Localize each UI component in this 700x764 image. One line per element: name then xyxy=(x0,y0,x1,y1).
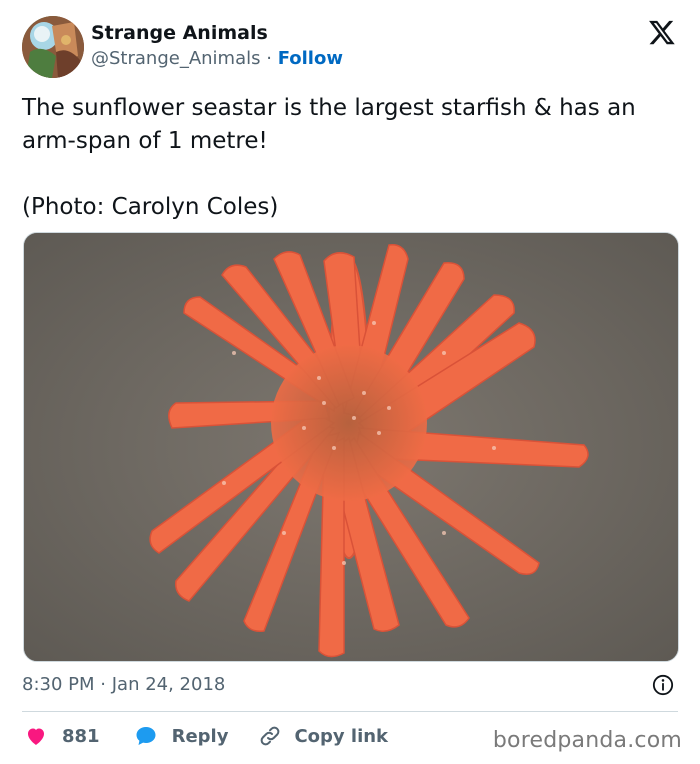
tweet-photo-credit: (Photo: Carolyn Coles) xyxy=(22,194,279,220)
tweet-date: Jan 24, 2018 xyxy=(111,674,226,695)
like-button[interactable]: 881 xyxy=(24,724,100,748)
tweet-text-line: The sunflower seastar is the largest sta… xyxy=(22,95,636,154)
watermark: boredpanda.com xyxy=(492,728,682,753)
separator: · xyxy=(266,48,272,69)
speech-bubble-icon xyxy=(134,724,158,748)
reply-button[interactable]: Reply xyxy=(134,724,229,748)
handle-row: @Strange_Animals · Follow xyxy=(91,48,343,69)
avatar[interactable] xyxy=(22,16,84,78)
info-icon[interactable] xyxy=(652,674,674,696)
date-separator: · xyxy=(100,674,106,695)
heart-icon xyxy=(24,724,48,748)
tweet-text: The sunflower seastar is the largest sta… xyxy=(22,92,682,224)
starfish-image xyxy=(24,233,678,661)
action-bar: 881 Reply Copy link xyxy=(24,724,388,748)
copy-link-label: Copy link xyxy=(294,725,389,747)
tweet-photo[interactable] xyxy=(23,232,679,662)
copy-link-button[interactable]: Copy link xyxy=(258,724,388,748)
like-count: 881 xyxy=(62,725,100,747)
tweet-timestamp[interactable]: 8:30 PM · Jan 24, 2018 xyxy=(22,674,225,695)
tweet-time: 8:30 PM xyxy=(22,674,95,695)
reply-label: Reply xyxy=(171,725,229,747)
display-name[interactable]: Strange Animals xyxy=(91,22,268,44)
follow-button[interactable]: Follow xyxy=(278,48,343,69)
handle[interactable]: @Strange_Animals xyxy=(91,48,261,69)
link-icon xyxy=(258,724,282,748)
divider xyxy=(22,711,678,712)
x-logo-icon[interactable] xyxy=(648,18,676,46)
